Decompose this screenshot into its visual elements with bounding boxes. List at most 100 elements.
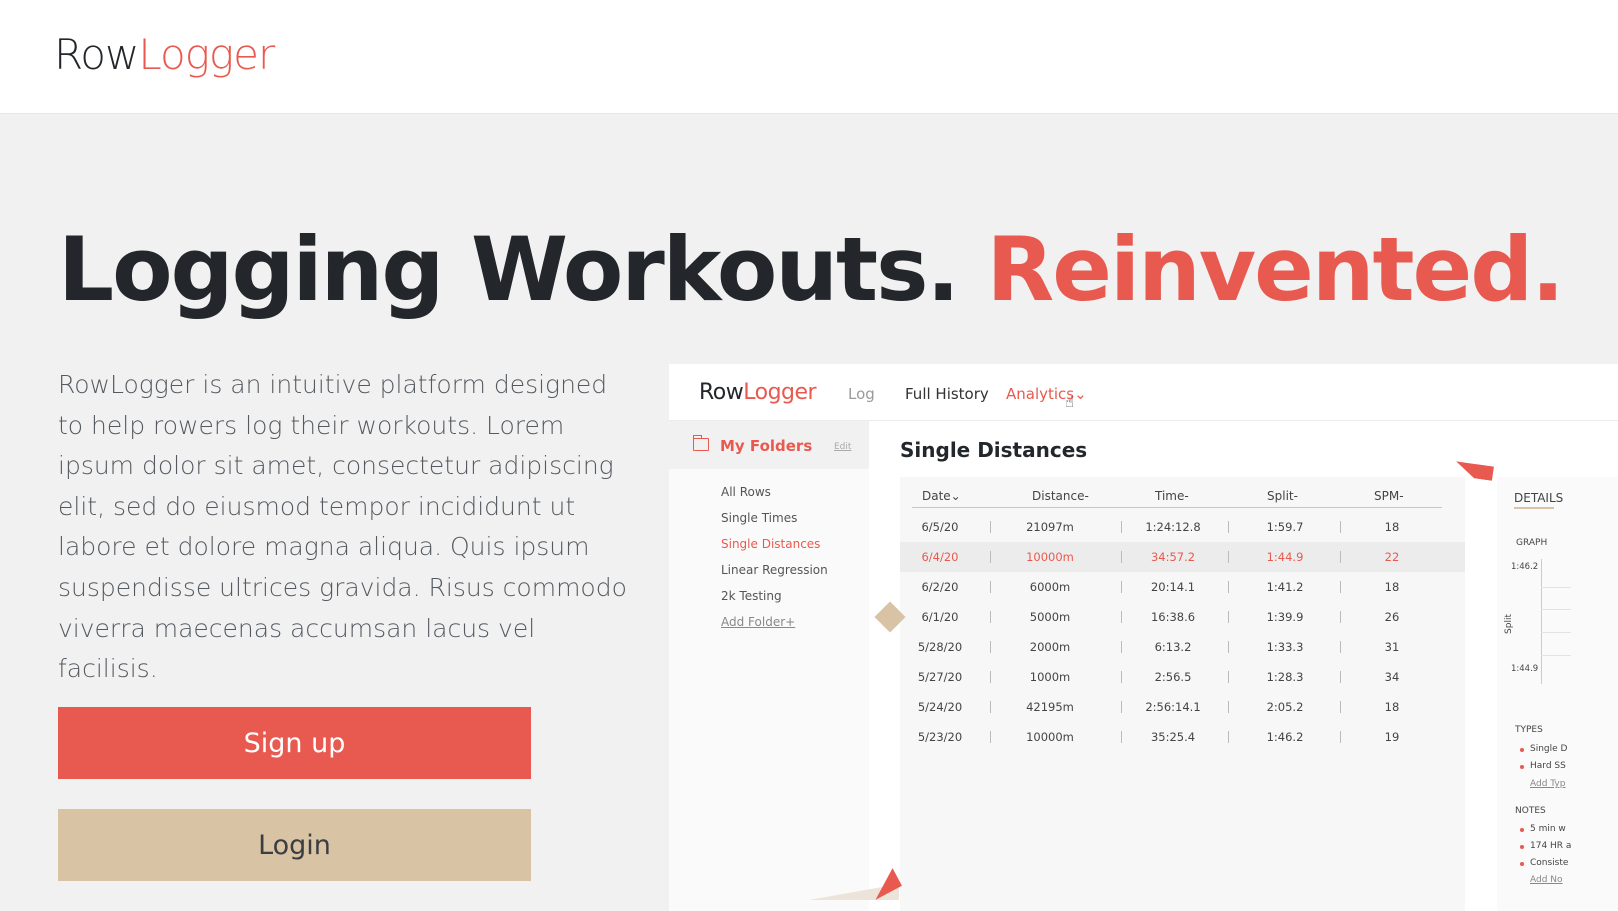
table-header-cell: Distance- [1032,489,1089,503]
preview-details-panel: DETAILS GRAPH 1:46.2 1:44.9 Split TYPES … [1497,477,1618,911]
table-cell-split: 1:33.3 [1266,640,1304,654]
column-separator [1121,641,1122,653]
sidebar-item: Single Distances [721,537,821,551]
column-separator [990,551,991,563]
column-separator [1228,701,1229,713]
preview-navbar: RowLogger Log Full History Analytics⌄ ☝ [669,364,1618,421]
graph-gridline [1541,655,1571,656]
column-separator [990,701,991,713]
table-row: 6/2/20 6000m 20:14.1 1:41.2 18 [900,572,1465,602]
details-underline [1514,507,1554,509]
sidebar-item: Single Times [721,511,798,525]
bullet-dot [1520,828,1524,832]
table-cell-split: 1:59.7 [1266,520,1304,534]
add-folder-link: Add Folder+ [721,615,796,629]
graph-axis [1541,559,1542,684]
column-separator [1228,671,1229,683]
table-row: 6/5/20 21097m 1:24:12.8 1:59.7 18 [900,512,1465,542]
table-cell-split: 1:44.9 [1266,550,1304,564]
table-row: 5/28/20 2000m 6:13.2 1:33.3 31 [900,632,1465,662]
table-cell-spm: 26 [1384,610,1400,624]
table-row: 5/24/20 42195m 2:56:14.1 2:05.2 18 [900,692,1465,722]
logo-part-row: Row [54,30,139,79]
column-separator [1340,581,1341,593]
preview-edit-link: Edit [834,442,852,452]
table-cell-spm: 18 [1384,700,1400,714]
table-cell-time: 34:57.2 [1150,550,1196,564]
signup-button[interactable]: Sign up [58,707,531,779]
table-header-divider [912,507,1442,508]
column-separator [990,671,991,683]
sidebar-item: All Rows [721,485,771,499]
logo-part-logger: Logger [138,30,275,79]
preview-logo-logger: Logger [743,380,817,405]
table-cell-spm: 18 [1384,580,1400,594]
preview-logo-row: Row [699,380,744,405]
column-separator [1228,611,1229,623]
table-cell-distance: 10000m [1026,550,1074,564]
preview-sidebar-header: My Folders Edit [669,421,869,469]
column-separator [1121,701,1122,713]
table-cell-time: 2:56:14.1 [1145,700,1201,714]
type-item: Hard SS [1530,761,1566,771]
bullet-dot [1520,845,1524,849]
table-header-cell: Time- [1155,489,1189,503]
column-separator [1228,551,1229,563]
table-header-cell: SPM- [1374,489,1404,503]
table-cell-spm: 22 [1384,550,1400,564]
table-cell-distance: 21097m [1026,520,1074,534]
add-note-link: Add No [1530,875,1563,885]
table-header-cell: Split- [1267,489,1298,503]
graph-label: GRAPH [1516,538,1548,548]
column-separator [990,731,991,743]
table-cell-distance: 2000m [1029,640,1071,654]
column-separator [1121,581,1122,593]
notes-label: NOTES [1515,806,1546,816]
table-cell-date: 5/27/20 [917,670,963,684]
column-separator [1340,611,1341,623]
graph-gridline [1541,609,1571,610]
column-separator [1340,521,1341,533]
column-separator [1340,731,1341,743]
table-cell-time: 20:14.1 [1150,580,1196,594]
table-cell-date: 6/2/20 [921,580,959,594]
column-separator [1340,701,1341,713]
table-cell-spm: 34 [1384,670,1400,684]
graph-gridline [1541,632,1571,633]
table-cell-date: 5/24/20 [917,700,963,714]
sidebar-item: Linear Regression [721,563,828,577]
column-separator [1228,581,1229,593]
column-separator [1121,551,1122,563]
headline-accent: Reinvented. [986,218,1565,321]
column-separator [1121,731,1122,743]
table-cell-time: 1:24:12.8 [1145,520,1201,534]
graph-gridline [1541,587,1571,588]
table-cell-spm: 31 [1384,640,1400,654]
preview-nav-history: Full History [905,385,989,403]
chevron-down-icon: ⌄ [1074,385,1087,403]
table-cell-distance: 1000m [1029,670,1071,684]
column-separator [1340,671,1341,683]
table-cell-distance: 10000m [1026,730,1074,744]
type-item: Single D [1530,744,1568,754]
column-separator [990,581,991,593]
graph-bottom-label: 1:44.9 [1511,664,1539,674]
sidebar-item: 2k Testing [721,589,782,603]
table-cell-date: 5/28/20 [917,640,963,654]
table-cell-split: 1:41.2 [1266,580,1304,594]
graph-top-label: 1:46.2 [1511,562,1539,572]
top-bar: RowLogger [0,0,1618,114]
graph-split-label: Split [1503,614,1514,634]
column-separator [1228,641,1229,653]
preview-logo: RowLogger [699,380,817,405]
login-button[interactable]: Login [58,809,531,881]
column-separator [1121,671,1122,683]
column-separator [1340,551,1341,563]
table-cell-spm: 19 [1384,730,1400,744]
table-cell-time: 35:25.4 [1150,730,1196,744]
preview-table: Date⌄ Distance- Time- Split- SPM- 6/5/20 21097… [900,477,1465,911]
hand-cursor-icon: ☝ [1065,393,1075,411]
headline-main: Logging Workouts. [58,218,960,321]
column-separator [1228,521,1229,533]
logo[interactable]: RowLogger [54,30,275,79]
